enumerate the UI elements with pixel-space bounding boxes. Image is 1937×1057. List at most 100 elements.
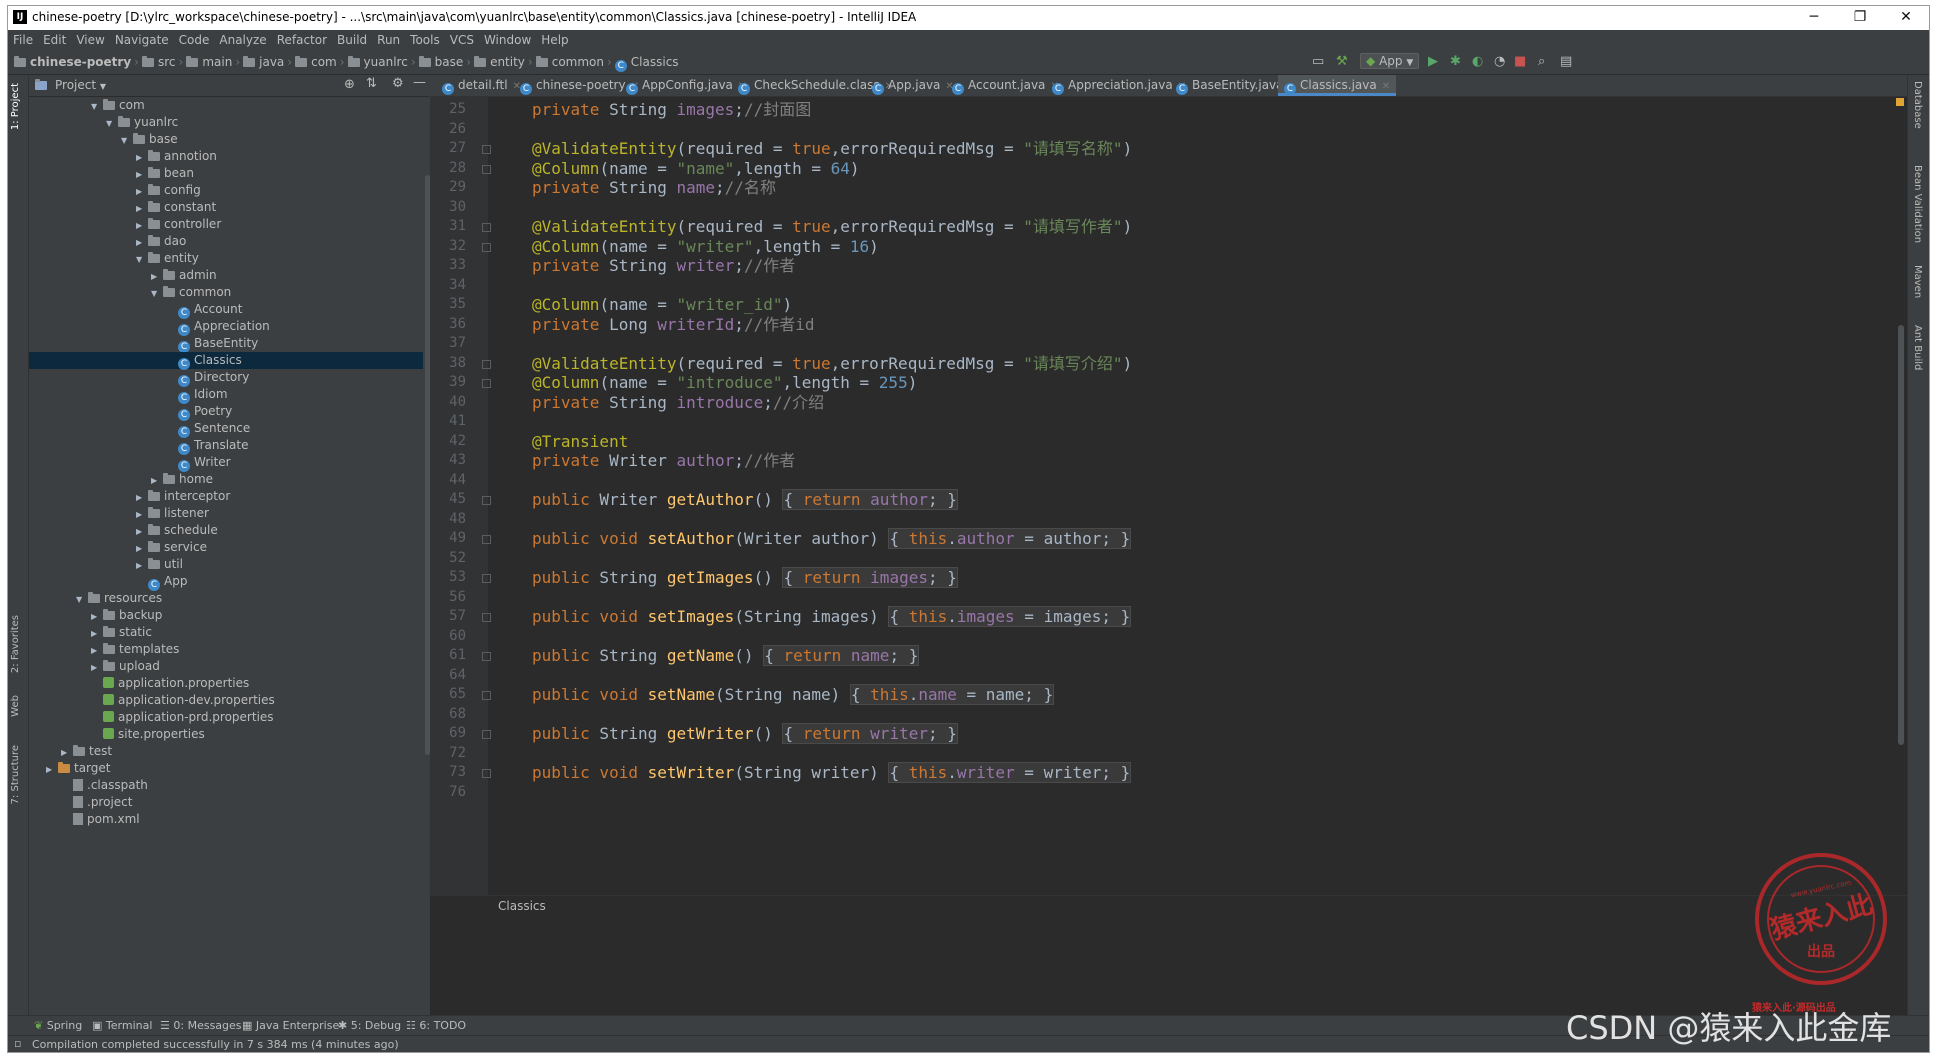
tree-item[interactable]: ▼ entity (29, 250, 423, 267)
tool-tab-web[interactable]: Web (10, 695, 21, 717)
close-window-button[interactable]: ✕ (1883, 6, 1929, 30)
menu-item-build[interactable]: Build (332, 30, 372, 48)
tool-window-java-enterprise[interactable]: ▦ Java Enterprise (242, 1019, 339, 1032)
tree-item[interactable]: C BaseEntity (29, 335, 423, 353)
tool-tab-database[interactable]: Database (1912, 81, 1923, 129)
tool-tab-ant-build[interactable]: Ant Build (1912, 325, 1923, 370)
collapse-arrow-icon[interactable]: ▶ (136, 234, 148, 251)
tree-item[interactable]: application.properties (29, 675, 423, 692)
close-tab-icon[interactable]: ✕ (1382, 81, 1390, 92)
status-toggle-icon[interactable]: ▫ (14, 1037, 21, 1050)
breadcrumb-item[interactable]: java (243, 55, 284, 69)
menu-item-window[interactable]: Window (479, 30, 536, 48)
collapse-arrow-icon[interactable]: ▶ (91, 608, 103, 625)
breadcrumb-item[interactable]: chinese-poetry (14, 55, 131, 69)
collapse-arrow-icon[interactable]: ▶ (91, 625, 103, 642)
menu-item-code[interactable]: Code (174, 30, 215, 48)
collapse-arrow-icon[interactable]: ▶ (136, 540, 148, 557)
tool-window-todo[interactable]: ☷ 6: TODO (406, 1019, 466, 1032)
collapse-arrow-icon[interactable]: ▶ (136, 489, 148, 506)
tree-item[interactable]: C Account (29, 301, 423, 319)
tree-item[interactable]: ▼ yuanlrc (29, 114, 423, 131)
tool-window-messages[interactable]: ☰ 0: Messages (160, 1019, 242, 1032)
tree-item[interactable]: C Translate (29, 437, 423, 455)
menu-item-edit[interactable]: Edit (38, 30, 71, 48)
tree-item[interactable]: ▼ resources (29, 590, 423, 607)
breadcrumb-item[interactable]: com (295, 55, 337, 69)
profile-icon[interactable]: ◔ (1494, 54, 1505, 69)
expand-arrow-icon[interactable]: ▼ (76, 591, 88, 608)
collapse-arrow-icon[interactable]: ▶ (136, 523, 148, 540)
tree-item[interactable]: ▶ upload (29, 658, 423, 675)
fold-marker-icon[interactable] (482, 691, 491, 700)
fold-marker-icon[interactable] (482, 652, 491, 661)
tree-item[interactable]: ▶ home (29, 471, 423, 488)
editor-tab[interactable]: C Classics.java ✕ (1278, 75, 1397, 96)
tool-tab-maven[interactable]: Maven (1912, 265, 1923, 298)
tool-tab-favorites[interactable]: 2: Favorites (10, 615, 21, 673)
expand-arrow-icon[interactable]: ▼ (136, 251, 148, 268)
collapse-arrow-icon[interactable]: ▶ (91, 642, 103, 659)
menu-item-vcs[interactable]: VCS (445, 30, 479, 48)
collapse-arrow-icon[interactable]: ▶ (136, 183, 148, 200)
tree-item[interactable]: ▶ target (29, 760, 423, 777)
collapse-arrow-icon[interactable]: ▶ (151, 268, 163, 285)
fold-marker-icon[interactable] (482, 613, 491, 622)
collapse-all-icon[interactable]: ⇅ (366, 76, 377, 91)
tree-item[interactable]: ▶ templates (29, 641, 423, 658)
tree-item[interactable]: ▶ backup (29, 607, 423, 624)
menu-item-analyze[interactable]: Analyze (214, 30, 271, 48)
more-toolbar-icon[interactable]: ▤ (1560, 54, 1572, 69)
tree-item[interactable]: ▼ base (29, 131, 423, 148)
tree-item[interactable]: C Appreciation (29, 318, 423, 336)
breadcrumb-item[interactable]: src (141, 55, 176, 69)
tree-item[interactable]: ▶ constant (29, 199, 423, 216)
fold-marker-icon[interactable] (482, 223, 491, 232)
tool-window-debug[interactable]: ✱ 5: Debug (338, 1019, 401, 1032)
expand-arrow-icon[interactable]: ▼ (106, 115, 118, 132)
hide-panel-icon[interactable]: — (413, 75, 426, 90)
expand-arrow-icon[interactable]: ▼ (151, 285, 163, 302)
collapse-arrow-icon[interactable]: ▶ (136, 200, 148, 217)
tree-item[interactable]: ▶ service (29, 539, 423, 556)
fold-marker-icon[interactable] (482, 730, 491, 739)
restore-button[interactable]: ❐ (1837, 6, 1883, 30)
fold-marker-icon[interactable] (482, 242, 491, 252)
tree-item[interactable]: ▼ common (29, 284, 423, 301)
locate-file-icon[interactable]: ⊕ (344, 77, 355, 92)
tree-item[interactable]: application-dev.properties (29, 692, 423, 709)
menu-item-run[interactable]: Run (372, 30, 405, 48)
tree-item[interactable]: ▶ schedule (29, 522, 423, 539)
tool-tab-bean-validation[interactable]: Bean Validation (1912, 165, 1923, 243)
editor-breadcrumb-class[interactable]: Classics (498, 899, 546, 913)
breadcrumb-item[interactable]: yuanlrc (347, 55, 408, 69)
menu-item-refactor[interactable]: Refactor (272, 30, 332, 48)
stop-icon[interactable]: ■ (1514, 54, 1526, 69)
tree-item[interactable]: ▶ config (29, 182, 423, 199)
tree-item[interactable]: .classpath (29, 777, 423, 794)
menu-item-help[interactable]: Help (536, 30, 573, 48)
tree-item[interactable]: ▶ static (29, 624, 423, 641)
tree-item[interactable]: C Directory (29, 369, 423, 387)
menu-item-navigate[interactable]: Navigate (110, 30, 174, 48)
run-icon[interactable]: ▶ (1428, 54, 1438, 69)
fold-marker-icon[interactable] (482, 496, 491, 505)
tree-item[interactable]: ▶ listener (29, 505, 423, 522)
tree-item[interactable]: .project (29, 794, 423, 811)
tree-item[interactable]: site.properties (29, 726, 423, 743)
collapse-arrow-icon[interactable]: ▶ (136, 166, 148, 183)
collapse-arrow-icon[interactable]: ▶ (91, 659, 103, 676)
gear-icon[interactable]: ⚙ (392, 76, 404, 91)
tree-item[interactable]: C Classics (29, 352, 423, 370)
tree-item[interactable]: ▶ interceptor (29, 488, 423, 505)
project-view-selector[interactable]: Project ▼ (55, 78, 106, 92)
expand-arrow-icon[interactable]: ▼ (91, 98, 103, 115)
fold-marker-icon[interactable] (482, 535, 491, 544)
fold-marker-icon[interactable] (482, 769, 491, 778)
build-hammer-icon[interactable]: ⚒ (1336, 54, 1348, 69)
menu-item-view[interactable]: View (71, 30, 109, 48)
project-structure-icon[interactable]: ▭ (1312, 54, 1324, 69)
tree-item[interactable]: ▶ admin (29, 267, 423, 284)
tree-item[interactable]: pom.xml (29, 811, 423, 828)
tool-window-spring[interactable]: ❦ Spring (34, 1019, 82, 1032)
